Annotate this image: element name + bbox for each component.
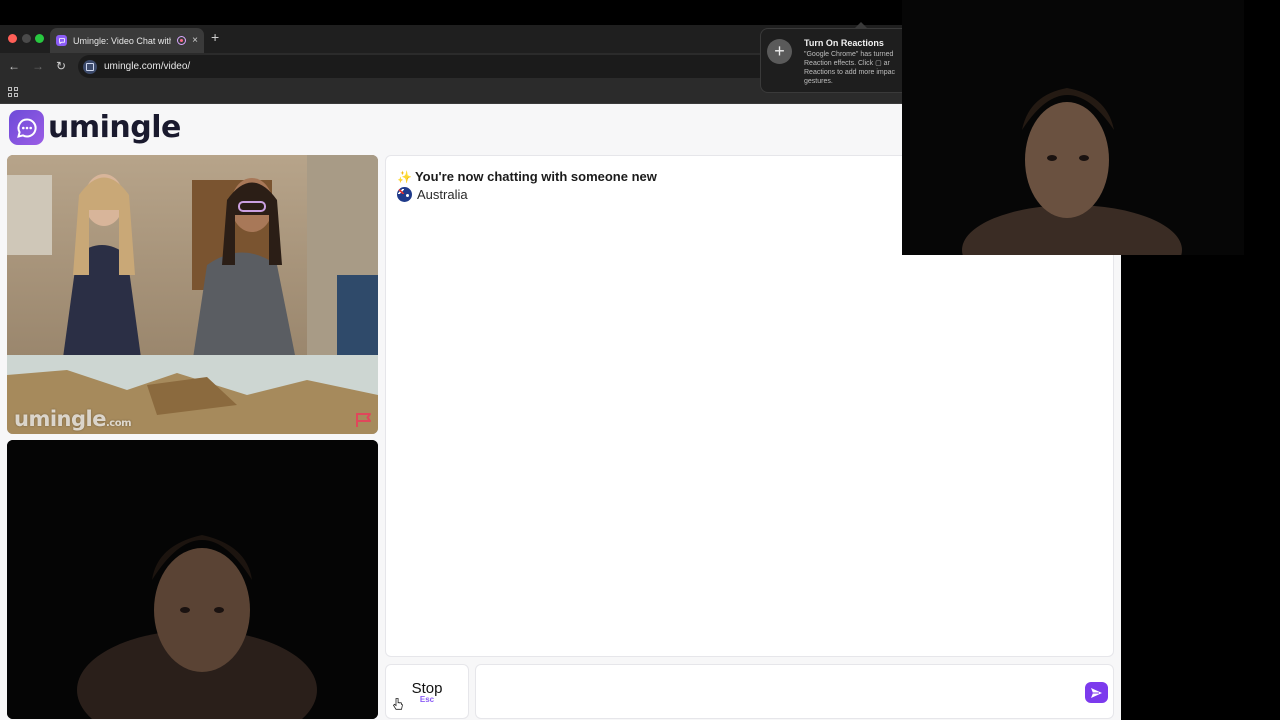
- site-info-icon[interactable]: [83, 59, 97, 74]
- window-close-button[interactable]: [8, 34, 17, 43]
- tab-close-button[interactable]: ×: [192, 35, 198, 46]
- mouse-pointer-icon: [392, 698, 403, 710]
- chat-status-text: You're now chatting with someone new: [414, 169, 657, 184]
- tab-title: Umingle: Video Chat with: [73, 35, 172, 46]
- url-text: umingle.com/video/: [104, 61, 191, 72]
- report-flag-icon[interactable]: [355, 412, 373, 428]
- add-reaction-icon: +: [767, 39, 792, 64]
- browser-tab[interactable]: Umingle: Video Chat with ×: [50, 28, 204, 53]
- stranger-country: Australia: [397, 187, 468, 202]
- message-input[interactable]: [475, 664, 1114, 719]
- send-button[interactable]: [1085, 682, 1108, 703]
- new-tab-button[interactable]: +: [211, 30, 219, 44]
- window-maximize-button[interactable]: [35, 34, 44, 43]
- self-video-frame: [7, 440, 378, 719]
- notification-body: "Google Chrome" has turned Reaction effe…: [804, 51, 896, 85]
- pip-camera-frame: [902, 0, 1244, 255]
- recording-indicator-icon: [177, 36, 187, 45]
- reactions-notification[interactable]: + Turn On Reactions "Google Chrome" has …: [760, 28, 902, 93]
- window-minimize-button[interactable]: [22, 34, 31, 43]
- umingle-watermark: umingle.com: [14, 407, 132, 431]
- apps-grid-icon[interactable]: [8, 87, 18, 97]
- notification-title: Turn On Reactions: [804, 38, 884, 48]
- chat-bubble-logo-icon: [9, 110, 44, 145]
- logo-text: umingle: [48, 110, 181, 145]
- camera-pip-overlay[interactable]: [902, 0, 1244, 255]
- send-arrow-icon: [1091, 687, 1102, 698]
- reload-button[interactable]: ↻: [53, 58, 69, 74]
- chat-status-message: ✨ You're now chatting with someone new: [397, 169, 657, 184]
- stranger-video: umingle.com: [7, 155, 378, 434]
- sparkle-icon: ✨: [397, 169, 412, 184]
- forward-button[interactable]: →: [30, 58, 46, 74]
- back-button[interactable]: ←: [6, 58, 22, 74]
- self-video: [7, 440, 378, 719]
- stranger-video-frame: [7, 155, 378, 434]
- umingle-favicon-icon: [56, 35, 67, 46]
- site-logo[interactable]: umingle: [9, 110, 181, 145]
- australia-flag-icon: [397, 187, 412, 202]
- country-name: Australia: [417, 187, 468, 202]
- screen: Umingle: Video Chat with × + ← → ↻ uming…: [0, 0, 1280, 720]
